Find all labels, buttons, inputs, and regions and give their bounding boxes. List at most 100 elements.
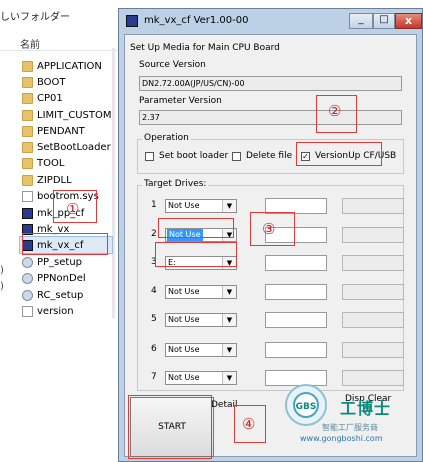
settings-file-icon [22, 289, 33, 301]
file-item-cp01[interactable]: CP01 [22, 90, 63, 106]
file-item-ppnondel[interactable]: PPNonDel [22, 270, 86, 286]
application-icon [22, 207, 33, 219]
dropdown-arrow-icon[interactable]: ▼ [222, 344, 236, 356]
file-name: PENDANT [37, 125, 85, 137]
checkbox-label: Set boot loader [159, 151, 229, 161]
drive-4-select[interactable]: Not Use ▼ [165, 285, 237, 299]
system-file-icon [22, 190, 33, 202]
file-name: CP01 [37, 92, 63, 104]
file-item-pendant[interactable]: PENDANT [22, 123, 85, 139]
file-name: RC_setup [37, 289, 84, 301]
annotation-number-4: ④ [242, 415, 256, 433]
drive-5-select[interactable]: Not Use ▼ [165, 313, 237, 327]
file-item-boot[interactable]: BOOT [22, 74, 66, 90]
drive-4-progress-field [342, 284, 404, 300]
drive-1-select[interactable]: Not Use ▼ [165, 199, 237, 213]
combo-value: Not Use [168, 201, 200, 210]
delete-file-checkbox[interactable]: Delete file [232, 151, 292, 161]
drive-7-select[interactable]: Not Use ▼ [165, 371, 237, 385]
drive-number: 4 [151, 286, 157, 296]
watermark-tagline: 智能工厂服务商 [322, 423, 378, 432]
close-button[interactable]: x [395, 13, 422, 29]
blank-file-icon [22, 305, 33, 317]
drive-3-status-field[interactable] [265, 255, 327, 271]
annotation-number-2: ② [328, 102, 342, 120]
combo-value: Not Use [168, 345, 200, 354]
file-item-limit-custom[interactable]: LIMIT_CUSTOM [22, 107, 111, 123]
minimize-button[interactable]: _ [349, 13, 373, 29]
folder-icon [22, 157, 33, 169]
file-name: PP_setup [37, 256, 83, 268]
drive-6-select[interactable]: Not Use ▼ [165, 343, 237, 357]
file-item-tool[interactable]: TOOL [22, 155, 64, 171]
folder-icon [22, 174, 33, 186]
drive-number: 2 [151, 229, 157, 239]
annotation-box-selected-file [22, 233, 108, 255]
file-item-rc-setup[interactable]: RC_setup [22, 287, 83, 303]
dropdown-arrow-icon[interactable]: ▼ [222, 314, 236, 326]
drive-6-progress-field [342, 342, 404, 358]
explorer-scrollbar[interactable] [112, 48, 115, 318]
source-version-label: Source Version [139, 60, 206, 70]
folder-icon [22, 92, 33, 104]
file-name: LIMIT_CUSTOM [37, 109, 112, 121]
drive-2-progress-field [342, 227, 404, 243]
nav-pane-fragment: ) [0, 265, 4, 276]
drive-4-status-field[interactable] [265, 284, 327, 300]
file-name: TOOL [37, 157, 65, 169]
file-item-pp-setup[interactable]: PP_setup [22, 254, 82, 270]
folder-icon [22, 109, 33, 121]
logo-letters: GBS [296, 402, 317, 412]
source-version-field: DN2.72.00A(JP/US/CN)-00 [139, 76, 402, 91]
application-icon [126, 15, 138, 27]
set-boot-loader-checkbox[interactable]: Set boot loader [145, 151, 228, 161]
drive-1-progress-field [342, 198, 404, 214]
parameter-version-field: 2.37 [139, 110, 402, 125]
drive-6-status-field[interactable] [265, 342, 327, 358]
combo-value: Not Use [168, 287, 200, 296]
annotation-box-drive-3 [155, 242, 237, 267]
dialog-titlebar[interactable]: mk_vx_cf Ver1.00-00 _ □ x [119, 9, 422, 33]
operation-group-label: Operation [142, 133, 191, 143]
annotation-box-drive-2 [158, 218, 234, 238]
dropdown-arrow-icon[interactable]: ▼ [222, 372, 236, 384]
file-item-zipdll[interactable]: ZIPDLL [22, 172, 72, 188]
checkbox-box [145, 151, 154, 161]
setup-media-label: Set Up Media for Main CPU Board [130, 43, 280, 53]
annotation-number-3: ③ [262, 220, 276, 238]
drive-5-status-field[interactable] [265, 312, 327, 328]
parameter-version-label: Parameter Version [139, 96, 222, 106]
settings-file-icon [22, 256, 33, 268]
watermark-brand: 工博士 [340, 399, 392, 418]
settings-file-icon [22, 272, 33, 284]
target-drives-label: Target Drives: [142, 179, 209, 189]
drive-number: 1 [151, 200, 157, 210]
annotation-box-versionup [296, 142, 382, 166]
drive-number: 5 [151, 314, 157, 324]
maximize-button[interactable]: □ [373, 13, 395, 29]
checkbox-box [232, 151, 241, 161]
folder-icon [22, 76, 33, 88]
column-header[interactable] [0, 30, 120, 51]
file-item-application[interactable]: APPLICATION [22, 58, 102, 74]
nav-pane-fragment: ) [0, 281, 4, 292]
folder-icon [22, 60, 33, 72]
annotation-box-start [128, 395, 212, 459]
checkbox-label: Delete file [246, 151, 293, 161]
annotation-number-1: ① [66, 200, 80, 218]
dialog-title: mk_vx_cf Ver1.00-00 [144, 15, 249, 26]
file-name: PPNonDel [37, 272, 86, 284]
drive-number: 7 [151, 372, 157, 382]
file-item-setbootloader[interactable]: SetBootLoader [22, 139, 111, 155]
folder-icon [22, 125, 33, 137]
drive-3-progress-field [342, 255, 404, 271]
column-name-label[interactable]: 名前 [20, 36, 40, 51]
drive-7-progress-field [342, 370, 404, 386]
file-name: ZIPDLL [37, 174, 72, 186]
file-name: APPLICATION [37, 60, 102, 72]
dropdown-arrow-icon[interactable]: ▼ [222, 200, 236, 212]
dropdown-arrow-icon[interactable]: ▼ [222, 286, 236, 298]
combo-value: Not Use [168, 373, 200, 382]
drive-5-progress-field [342, 312, 404, 328]
file-item-version[interactable]: version [22, 303, 74, 319]
